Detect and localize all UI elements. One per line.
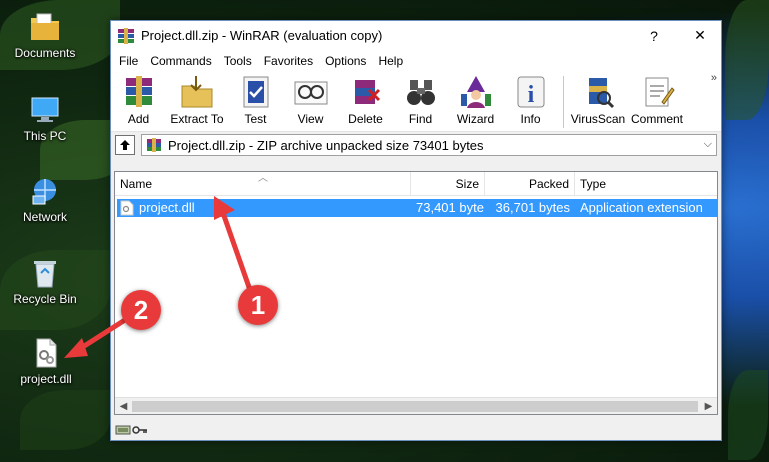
arrow-2-line — [76, 315, 130, 353]
callout-1: 1 — [238, 285, 278, 325]
arrow-2-head — [64, 338, 88, 358]
arrow-1-line — [219, 209, 253, 291]
callout-2: 2 — [121, 290, 161, 330]
annotation-arrows — [64, 196, 253, 358]
